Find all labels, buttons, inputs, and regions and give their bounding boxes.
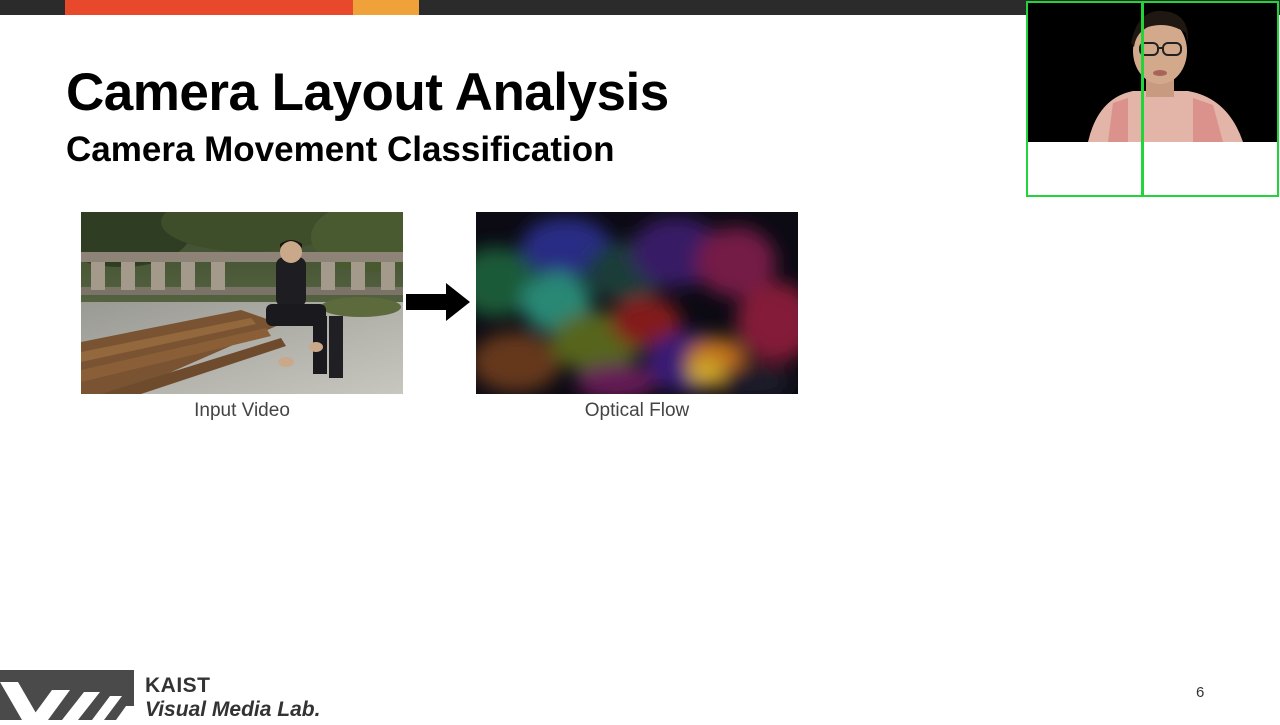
accent-bar-red <box>65 0 353 15</box>
webcam-divider <box>1141 3 1144 195</box>
optical-flow-frame <box>476 212 798 394</box>
slide-subtitle: Camera Movement Classification <box>66 130 615 169</box>
accent-bar-orange <box>353 0 419 15</box>
page-number: 6 <box>1196 684 1205 701</box>
webcam-video <box>1028 3 1277 142</box>
webcam-overlay <box>1026 1 1279 197</box>
footer-org-name: KAIST <box>145 674 211 697</box>
vml-logo <box>0 670 134 725</box>
input-video-caption: Input Video <box>194 400 290 421</box>
arrow-right-icon <box>406 283 470 326</box>
slide-title: Camera Layout Analysis <box>66 63 669 122</box>
input-video-frame <box>81 212 403 394</box>
optical-flow-caption: Optical Flow <box>584 400 690 421</box>
footer-lab-name: Visual Media Lab. <box>145 698 321 721</box>
